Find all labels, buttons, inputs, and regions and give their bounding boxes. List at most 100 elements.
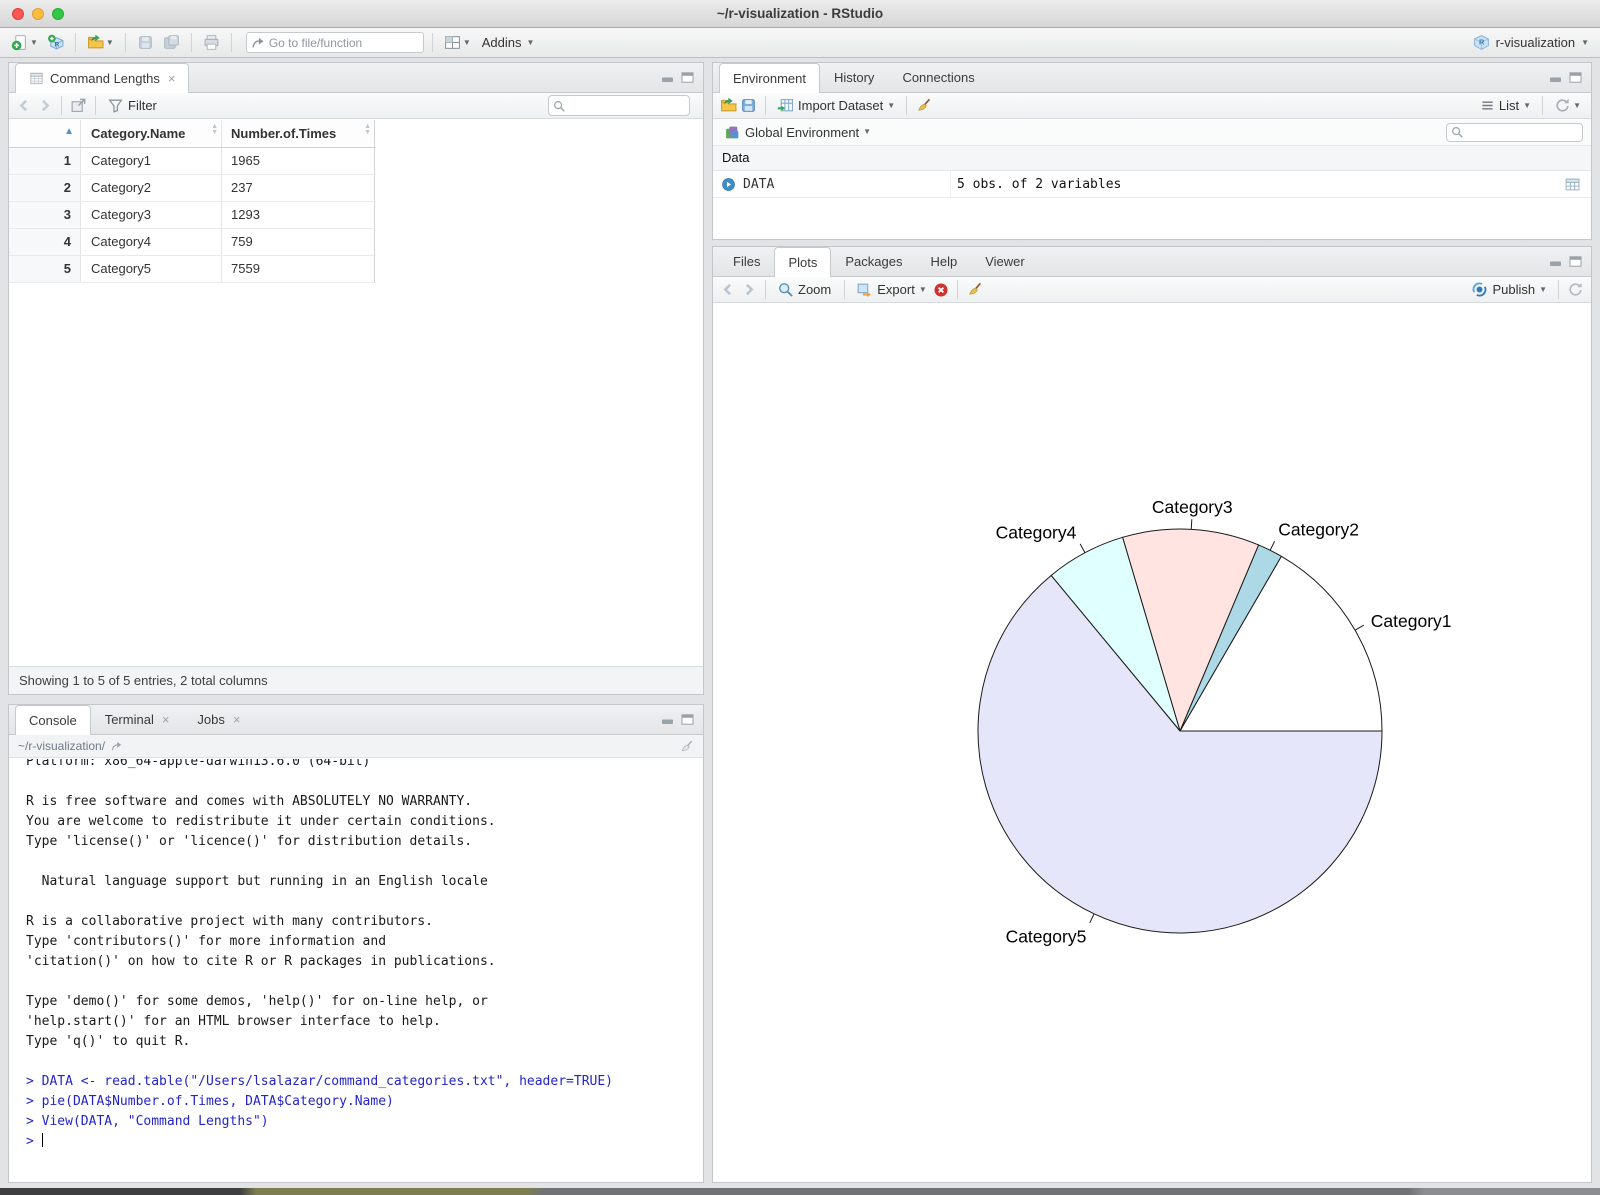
- refresh-icon: [1556, 98, 1569, 112]
- forward-icon[interactable]: [36, 97, 53, 114]
- global-env-icon: [726, 126, 739, 138]
- row-number-header[interactable]: ▲: [9, 120, 81, 147]
- maximize-pane-icon[interactable]: [1569, 72, 1582, 83]
- save-env-icon[interactable]: [740, 97, 757, 114]
- publish-button[interactable]: Publish ▼: [1468, 279, 1550, 300]
- console-output[interactable]: Platform: x86_64-apple-darwin13.6.0 (64-…: [9, 759, 703, 1182]
- goto-file-input[interactable]: [268, 35, 409, 50]
- open-file-button[interactable]: ▼: [84, 32, 117, 53]
- broom-icon[interactable]: [679, 739, 694, 754]
- pie-slice-label: Category2: [1278, 520, 1359, 540]
- close-tab-icon[interactable]: ×: [162, 706, 170, 734]
- environment-search-input[interactable]: [1464, 125, 1582, 139]
- tab-console[interactable]: Console: [15, 705, 91, 735]
- list-view-button[interactable]: List ▼: [1477, 96, 1534, 115]
- open-env-icon[interactable]: [720, 97, 737, 114]
- share-arrow-icon[interactable]: [110, 740, 123, 753]
- environment-toolbar: Import Dataset ▼ List ▼ ▼: [713, 93, 1591, 119]
- row-number-cell: 2: [9, 175, 81, 201]
- tab-environment[interactable]: Environment: [719, 63, 820, 93]
- remove-plot-icon[interactable]: [933, 282, 949, 298]
- previous-plot-icon[interactable]: [720, 281, 737, 298]
- export-plot-button[interactable]: Export ▼: [853, 279, 930, 300]
- column-header[interactable]: Category.Name ▲ ▼: [81, 120, 222, 147]
- broom-icon[interactable]: [966, 281, 983, 298]
- table-row[interactable]: 5 Category5 7559: [9, 256, 376, 283]
- zoom-plot-button[interactable]: Zoom: [774, 279, 836, 300]
- save-button[interactable]: [134, 32, 157, 53]
- import-dataset-label: Import Dataset: [798, 98, 884, 113]
- back-icon[interactable]: [16, 97, 33, 114]
- console-line: Type 'q()' to quit R.: [26, 1034, 191, 1049]
- toolbar-separator: [431, 33, 433, 52]
- refresh-env-button[interactable]: ▼: [1551, 95, 1584, 116]
- tab-connections[interactable]: Connections: [888, 63, 988, 92]
- table-row[interactable]: 4 Category4 759: [9, 229, 376, 256]
- table-row[interactable]: 2 Category2 237: [9, 175, 376, 202]
- svg-text:R: R: [55, 41, 60, 48]
- open-file-icon: [87, 34, 104, 49]
- row-number-cell: 3: [9, 202, 81, 228]
- console-line: Type 'license()' or 'licence()' for dist…: [26, 834, 473, 849]
- broom-icon[interactable]: [915, 97, 932, 114]
- tab-viewer[interactable]: Viewer: [971, 247, 1039, 276]
- panes-layout-button[interactable]: ▼: [441, 32, 474, 53]
- viewer-tabbar: Command Lengths ×: [9, 63, 703, 93]
- search-icon: [1452, 127, 1463, 138]
- popout-icon[interactable]: [70, 97, 87, 114]
- pie-label-tick: [1190, 519, 1193, 530]
- print-button[interactable]: [200, 32, 223, 53]
- row-number-cell: 4: [9, 229, 81, 255]
- export-label: Export: [877, 282, 915, 297]
- table-row[interactable]: 3 Category3 1293: [9, 202, 376, 229]
- title-bar: ~/r-visualization - RStudio: [0, 0, 1600, 28]
- minimize-pane-icon[interactable]: [1549, 72, 1562, 83]
- tab-plots[interactable]: Plots: [774, 247, 832, 277]
- chevron-down-icon: ▼: [887, 100, 896, 110]
- addins-button[interactable]: Addins ▼: [477, 33, 538, 52]
- save-all-button[interactable]: [160, 32, 183, 53]
- tab-history[interactable]: History: [820, 63, 888, 92]
- table-row[interactable]: 1 Category1 1965: [9, 148, 376, 175]
- refresh-plot-icon[interactable]: [1567, 281, 1584, 298]
- maximize-pane-icon[interactable]: [681, 72, 694, 83]
- tab-packages[interactable]: Packages: [831, 247, 916, 276]
- new-file-button[interactable]: ▼: [8, 32, 41, 53]
- tab-help[interactable]: Help: [916, 247, 971, 276]
- viewer-search-input[interactable]: [566, 98, 689, 113]
- close-tab-icon[interactable]: ×: [168, 65, 176, 93]
- project-menu-button[interactable]: R r-visualization ▼: [1470, 32, 1592, 53]
- times-cell: 237: [222, 175, 375, 201]
- minimize-pane-icon[interactable]: [661, 714, 674, 725]
- addins-label: Addins: [481, 35, 522, 50]
- close-tab-icon[interactable]: ×: [233, 706, 241, 734]
- maximize-pane-icon[interactable]: [681, 714, 694, 725]
- column-header[interactable]: Number.of.Times ▲ ▼: [222, 120, 375, 147]
- minimize-pane-icon[interactable]: [661, 72, 674, 83]
- data-section-header: Data: [713, 146, 1591, 171]
- save-icon: [138, 36, 152, 49]
- minimize-pane-icon[interactable]: [1549, 256, 1562, 267]
- environment-scope-button[interactable]: Global Environment ▼: [721, 122, 874, 143]
- maximize-pane-icon[interactable]: [1569, 256, 1582, 267]
- play-circle-icon[interactable]: [721, 177, 736, 192]
- next-plot-icon[interactable]: [740, 281, 757, 298]
- data-grid-icon[interactable]: [1564, 176, 1581, 193]
- environment-scope-label: Global Environment: [745, 124, 860, 140]
- environment-object-row[interactable]: DATA 5 obs. of 2 variables: [713, 171, 1591, 198]
- toolbar-separator: [765, 96, 766, 115]
- console-line: Platform: x86_64-apple-darwin13.6.0 (64-…: [26, 759, 371, 769]
- filter-button[interactable]: Filter: [104, 95, 162, 116]
- new-project-button[interactable]: R: [44, 32, 67, 53]
- tab-terminal[interactable]: Terminal ×: [91, 705, 184, 734]
- category-cell: Category4: [81, 229, 222, 255]
- import-dataset-button[interactable]: Import Dataset ▼: [774, 95, 898, 116]
- tab-jobs[interactable]: Jobs ×: [183, 705, 254, 734]
- tab-files[interactable]: Files: [719, 247, 774, 276]
- data-viewer-pane: Command Lengths × Filter ▲ Category.Name…: [8, 62, 704, 695]
- pie-label-tick: [1269, 540, 1276, 551]
- pane-window-buttons: [1549, 256, 1582, 267]
- tab-command-lengths[interactable]: Command Lengths ×: [15, 63, 190, 93]
